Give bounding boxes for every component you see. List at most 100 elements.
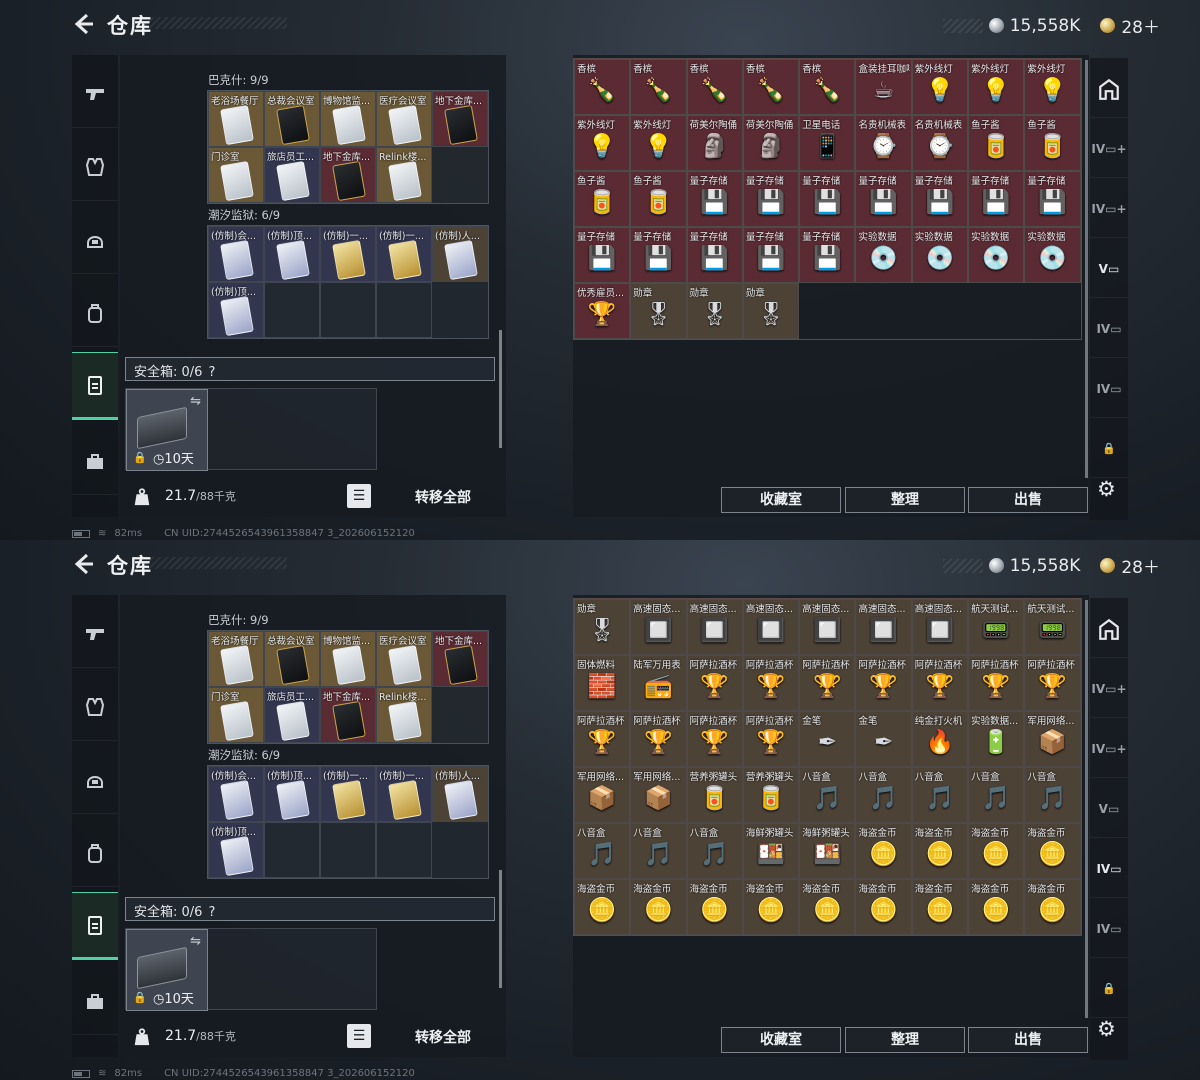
- collection-room-button[interactable]: 收藏室: [721, 1027, 841, 1053]
- back-arrow-icon[interactable]: [72, 553, 94, 575]
- storage-item[interactable]: 量子存储 💾: [968, 171, 1025, 227]
- tab-storage-3[interactable]: V ▭: [1090, 240, 1128, 298]
- storage-item[interactable]: 高速固态... 🔲: [855, 599, 912, 655]
- list-view-button[interactable]: ☰: [347, 1024, 371, 1048]
- storage-item[interactable]: 量子存储 💾: [1024, 171, 1081, 227]
- tab-locked[interactable]: 🔒: [1090, 960, 1128, 1018]
- tab-storage-1[interactable]: IV ▭+: [1090, 120, 1128, 178]
- storage-item[interactable]: 八音盒 🎵: [574, 823, 631, 879]
- storage-item[interactable]: 实验数据 💿: [911, 227, 969, 283]
- storage-item[interactable]: 量子存储 💾: [686, 171, 743, 227]
- keycard-slot[interactable]: 地下金库...: [432, 631, 488, 687]
- storage-item[interactable]: 紫外线灯 💡: [630, 115, 687, 171]
- storage-item[interactable]: 鱼子酱 🥫: [574, 171, 631, 227]
- keycard-slot[interactable]: (仿制)一...: [320, 226, 376, 282]
- nav-armor[interactable]: [72, 673, 118, 741]
- keycard-slot[interactable]: 旅店员工...: [264, 147, 320, 203]
- storage-item[interactable]: 海鲜粥罐头 🍱: [742, 823, 800, 879]
- storage-item[interactable]: 量子存储 💾: [799, 227, 856, 283]
- storage-item[interactable]: 勋章 🎖: [686, 283, 743, 339]
- storage-item[interactable]: 阿萨拉酒杯 🏆: [630, 711, 687, 767]
- list-view-button[interactable]: ☰: [347, 484, 371, 508]
- keycard-slot[interactable]: (仿制)顶...: [264, 766, 320, 822]
- storage-item[interactable]: 高速固态... 🔲: [799, 599, 856, 655]
- keycard-slot[interactable]: 博物馆监...: [320, 631, 376, 687]
- keycard-slot[interactable]: (仿制)一...: [376, 226, 432, 282]
- storage-item[interactable]: 海盗金币 🪙: [574, 879, 631, 935]
- storage-item[interactable]: 海盗金币 🪙: [742, 879, 800, 935]
- storage-item[interactable]: 阿萨拉酒杯 🏆: [1024, 655, 1081, 711]
- tab-home[interactable]: [1090, 600, 1128, 658]
- tab-storage-2[interactable]: IV ▭+: [1090, 180, 1128, 238]
- keycard-slot[interactable]: 地下金库...: [320, 687, 376, 743]
- storage-item[interactable]: 香槟 🍾: [799, 59, 856, 115]
- storage-item[interactable]: 阿萨拉酒杯 🏆: [968, 655, 1025, 711]
- storage-item[interactable]: 荷美尔陶俑 🗿: [686, 115, 743, 171]
- keycard-slot[interactable]: 医疗会议室: [376, 91, 432, 147]
- storage-item[interactable]: 实验数据 💿: [968, 227, 1025, 283]
- storage-item[interactable]: 名贵机械表 ⌚: [911, 115, 969, 171]
- storage-item[interactable]: 阿萨拉酒杯 🏆: [686, 655, 743, 711]
- storage-item[interactable]: 紫外线灯 💡: [968, 59, 1025, 115]
- storage-item[interactable]: 营养粥罐头 🥫: [742, 767, 800, 823]
- storage-item[interactable]: 紫外线灯 💡: [911, 59, 969, 115]
- storage-item[interactable]: 阿萨拉酒杯 🏆: [799, 655, 856, 711]
- organize-button[interactable]: 整理: [845, 1027, 965, 1053]
- storage-item[interactable]: 高速固态... 🔲: [630, 599, 687, 655]
- storage-item[interactable]: 卫星电话 📱: [799, 115, 856, 171]
- nav-backpack[interactable]: [72, 279, 118, 347]
- keycard-slot[interactable]: 老浴场餐厅: [208, 631, 264, 687]
- gear-icon[interactable]: ⚙: [1097, 477, 1116, 501]
- storage-item[interactable]: 阿萨拉酒杯 🏆: [742, 655, 800, 711]
- help-icon[interactable]: ?: [208, 365, 215, 380]
- storage-item[interactable]: 八音盒 🎵: [799, 767, 856, 823]
- storage-item[interactable]: 勋章 🎖: [630, 283, 687, 339]
- safe-case-item[interactable]: ⇋ 🔒 ◷10天: [126, 929, 208, 1011]
- keycard-slot[interactable]: 博物馆监...: [320, 91, 376, 147]
- storage-item[interactable]: 海盗金币 🪙: [968, 823, 1025, 879]
- storage-item[interactable]: 海盗金币 🪙: [799, 879, 856, 935]
- tab-home[interactable]: [1090, 60, 1128, 118]
- storage-item[interactable]: 香槟 🍾: [686, 59, 743, 115]
- nav-armor[interactable]: [72, 133, 118, 201]
- tab-storage-3[interactable]: V ▭: [1090, 780, 1128, 838]
- storage-item[interactable]: 海盗金币 🪙: [686, 879, 743, 935]
- storage-item[interactable]: 勋章 🎖: [742, 283, 800, 339]
- storage-item[interactable]: 海盗金币 🪙: [855, 879, 912, 935]
- nav-chest-rig[interactable]: [72, 892, 118, 960]
- storage-item[interactable]: 航天测试... 📟: [968, 599, 1025, 655]
- keycard-slot[interactable]: 总裁会议室: [264, 631, 320, 687]
- storage-item[interactable]: 海盗金币 🪙: [968, 879, 1025, 935]
- swap-icon[interactable]: ⇋: [190, 394, 201, 409]
- keycard-slot[interactable]: 老浴场餐厅: [208, 91, 264, 147]
- transfer-all-button[interactable]: 转移全部: [415, 1027, 471, 1047]
- storage-item[interactable]: 实验数据... 🔋: [968, 711, 1025, 767]
- storage-item[interactable]: 实验数据 💿: [855, 227, 912, 283]
- nav-weapons[interactable]: [72, 600, 118, 668]
- storage-item[interactable]: 量子存储 💾: [911, 171, 969, 227]
- storage-item[interactable]: 营养粥罐头 🥫: [686, 767, 743, 823]
- storage-item[interactable]: 陆军万用表 📻: [630, 655, 687, 711]
- storage-item[interactable]: 海盗金币 🪙: [911, 879, 969, 935]
- nav-weapons[interactable]: [72, 60, 118, 128]
- nav-helmet[interactable]: [72, 746, 118, 814]
- keycard-slot[interactable]: (仿制)人...: [432, 226, 488, 282]
- keycard-slot[interactable]: 医疗会议室: [376, 631, 432, 687]
- keycard-slot[interactable]: 总裁会议室: [264, 91, 320, 147]
- storage-item[interactable]: 金笔 ✒: [855, 711, 912, 767]
- organize-button[interactable]: 整理: [845, 487, 965, 513]
- storage-item[interactable]: 八音盒 🎵: [855, 767, 912, 823]
- storage-item[interactable]: 海鲜粥罐头 🍱: [799, 823, 856, 879]
- keycard-slot[interactable]: (仿制)一...: [320, 766, 376, 822]
- storage-item[interactable]: 紫外线灯 💡: [574, 115, 631, 171]
- storage-item[interactable]: 纯金打火机 🔥: [911, 711, 969, 767]
- storage-item[interactable]: 军用网络... 📦: [574, 767, 631, 823]
- tab-storage-2[interactable]: IV ▭+: [1090, 720, 1128, 778]
- storage-scrollbar[interactable]: [1085, 600, 1088, 1018]
- storage-item[interactable]: 量子存储 💾: [686, 227, 743, 283]
- storage-item[interactable]: 名贵机械表 ⌚: [855, 115, 912, 171]
- tab-locked[interactable]: 🔒: [1090, 420, 1128, 478]
- storage-item[interactable]: 勋章 🎖: [574, 599, 631, 655]
- tab-storage-4[interactable]: IV ▭: [1090, 840, 1128, 898]
- storage-item[interactable]: 八音盒 🎵: [968, 767, 1025, 823]
